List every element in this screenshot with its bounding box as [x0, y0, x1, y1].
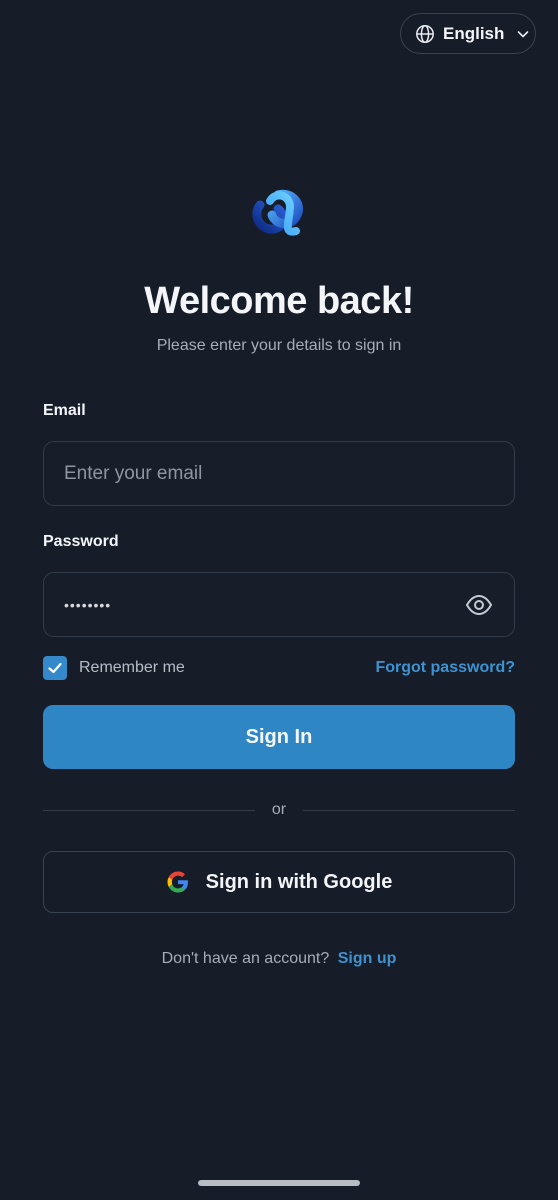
email-field-container[interactable] [43, 441, 515, 506]
signup-prompt: Don't have an account? [161, 950, 330, 967]
password-field-container[interactable] [43, 572, 515, 637]
language-label: English [443, 23, 505, 43]
email-label: Email [43, 402, 86, 419]
remember-me-checkbox[interactable] [43, 656, 67, 680]
sign-up-link[interactable]: Sign up [338, 950, 397, 967]
home-indicator[interactable] [198, 1180, 360, 1186]
forgot-password-link[interactable]: Forgot password? [375, 659, 515, 677]
login-screen: English Welcome back! Please enter your … [0, 0, 558, 1200]
password-field[interactable] [64, 596, 464, 613]
email-field[interactable] [64, 462, 494, 485]
language-selector[interactable]: English [400, 13, 536, 54]
signup-row: Don't have an account? Sign up [0, 950, 558, 968]
page-subtitle: Please enter your details to sign in [156, 337, 402, 354]
sign-in-label: Sign In [245, 725, 313, 748]
page-title: Welcome back! [144, 280, 414, 322]
checkmark-icon [48, 662, 62, 674]
sign-in-button[interactable]: Sign In [43, 705, 515, 769]
google-icon [166, 870, 190, 894]
remember-me-label: Remember me [79, 659, 185, 676]
divider-line-right [303, 810, 515, 811]
google-sign-in-label: Sign in with Google [205, 870, 393, 893]
chevron-down-icon [516, 27, 530, 41]
eye-icon[interactable] [464, 590, 494, 620]
google-sign-in-button[interactable]: Sign in with Google [43, 851, 515, 913]
globe-icon [415, 24, 435, 44]
knot-logo-icon [246, 185, 306, 245]
password-label: Password [43, 533, 119, 550]
remember-me: Remember me [43, 656, 185, 680]
